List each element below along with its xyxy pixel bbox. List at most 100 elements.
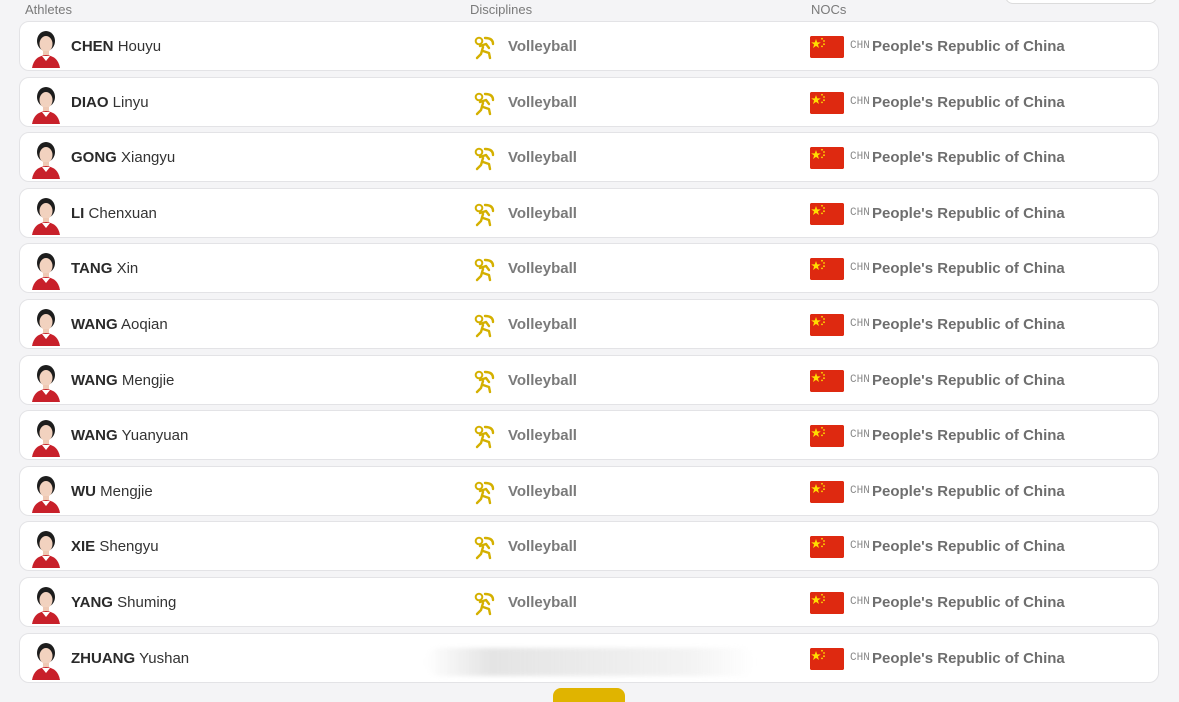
discipline-label[interactable]: Volleyball xyxy=(508,427,577,444)
discipline-label[interactable]: Volleyball xyxy=(508,483,577,500)
athlete-row[interactable]: WU Mengjie Volleyball CHN People's Repub… xyxy=(19,465,1159,516)
volleyball-pictogram-icon xyxy=(471,34,497,60)
athlete-row[interactable]: ZHUANG Yushan CHN People's Republic of C… xyxy=(19,632,1159,683)
athlete-row[interactable]: GONG Xiangyu Volleyball CHN People's Rep… xyxy=(19,132,1159,183)
athlete-first-name: Mengjie xyxy=(100,482,153,500)
athlete-avatar xyxy=(30,417,62,458)
noc-name[interactable]: People's Republic of China xyxy=(872,260,1065,277)
athlete-name[interactable]: DIAO Linyu xyxy=(71,94,149,111)
athlete-portrait-icon xyxy=(32,586,60,624)
athlete-avatar xyxy=(30,250,62,291)
athlete-portrait-icon xyxy=(32,142,60,180)
table-header: Athletes Disciplines NOCs xyxy=(0,0,1179,20)
noc-code: CHN xyxy=(850,484,870,497)
noc-name[interactable]: People's Republic of China xyxy=(872,538,1065,555)
athlete-row[interactable]: XIE Shengyu Volleyball CHN People's Repu… xyxy=(19,521,1159,572)
volleyball-pictogram-icon xyxy=(471,423,497,449)
athlete-name[interactable]: YANG Shuming xyxy=(71,594,176,611)
noc-name[interactable]: People's Republic of China xyxy=(872,650,1065,667)
athlete-name[interactable]: XIE Shengyu xyxy=(71,538,159,555)
athlete-first-name: Chenxuan xyxy=(88,204,157,222)
discipline-label[interactable]: Volleyball xyxy=(508,372,577,389)
noc-name[interactable]: People's Republic of China xyxy=(872,149,1065,166)
discipline-label[interactable]: Volleyball xyxy=(508,594,577,611)
china-flag-icon xyxy=(810,36,844,58)
search-box-edge[interactable] xyxy=(1005,0,1157,4)
nocs-column-header: NOCs xyxy=(811,2,847,17)
athlete-first-name: Yushan xyxy=(139,649,190,667)
volleyball-pictogram-icon xyxy=(471,90,497,116)
athlete-row[interactable]: TANG Xin Volleyball CHN People's Republi… xyxy=(19,243,1159,294)
volleyball-pictogram-icon xyxy=(471,534,497,560)
athlete-portrait-icon xyxy=(32,197,60,235)
athlete-name[interactable]: TANG Xin xyxy=(71,260,138,277)
athlete-avatar xyxy=(30,195,62,235)
china-flag-icon xyxy=(810,536,844,559)
athlete-name[interactable]: LI Chenxuan xyxy=(71,205,157,222)
athlete-last-name: XIE xyxy=(71,538,96,556)
athlete-portrait-icon xyxy=(32,642,60,680)
china-flag-icon xyxy=(810,591,844,614)
athlete-first-name: Shengyu xyxy=(99,538,159,556)
athlete-name[interactable]: WANG Yuanyuan xyxy=(71,427,188,444)
athlete-row[interactable]: DIAO Linyu Volleyball CHN People's Repub… xyxy=(19,76,1159,127)
athlete-avatar xyxy=(30,584,62,624)
noc-name[interactable]: People's Republic of China xyxy=(872,205,1065,222)
noc-name[interactable]: People's Republic of China xyxy=(872,427,1065,444)
athlete-row[interactable]: WANG Aoqian Volleyball CHN People's Repu… xyxy=(19,298,1159,349)
athlete-row[interactable]: WANG Mengjie Volleyball CHN People's Rep… xyxy=(19,354,1159,405)
volleyball-pictogram-icon xyxy=(471,590,497,616)
athlete-first-name: Xin xyxy=(116,260,139,278)
noc-name[interactable]: People's Republic of China xyxy=(872,316,1065,333)
discipline-label[interactable]: Volleyball xyxy=(508,38,577,55)
china-flag-icon xyxy=(810,313,844,336)
noc-name[interactable]: People's Republic of China xyxy=(872,94,1065,111)
athlete-name[interactable]: WANG Aoqian xyxy=(71,316,168,333)
noc-name[interactable]: People's Republic of China xyxy=(872,483,1065,500)
athlete-portrait-icon xyxy=(32,364,60,402)
discipline-label[interactable]: Volleyball xyxy=(508,149,577,166)
athlete-name[interactable]: ZHUANG Yushan xyxy=(71,650,189,667)
china-flag-icon xyxy=(810,91,844,114)
discipline-label[interactable]: Volleyball xyxy=(508,94,577,111)
volleyball-pictogram-icon xyxy=(471,145,497,171)
athlete-row[interactable]: WANG Yuanyuan Volleyball CHN People's Re… xyxy=(19,410,1159,461)
noc-name[interactable]: People's Republic of China xyxy=(872,38,1065,55)
athlete-row[interactable]: LI Chenxuan Volleyball CHN People's Repu… xyxy=(19,187,1159,238)
discipline-label[interactable]: Volleyball xyxy=(508,205,577,222)
noc-name[interactable]: People's Republic of China xyxy=(872,372,1065,389)
noc-code: CHN xyxy=(850,206,870,219)
load-more-button[interactable] xyxy=(553,688,625,702)
athlete-row[interactable]: YANG Shuming Volleyball CHN People's Rep… xyxy=(19,576,1159,627)
noc-name[interactable]: People's Republic of China xyxy=(872,594,1065,611)
athlete-name[interactable]: WU Mengjie xyxy=(71,483,153,500)
discipline-label[interactable]: Volleyball xyxy=(508,538,577,555)
athlete-first-name: Linyu xyxy=(112,93,149,111)
athlete-name[interactable]: CHEN Houyu xyxy=(71,38,161,55)
athlete-avatar xyxy=(30,473,62,513)
athlete-first-name: Shuming xyxy=(117,593,177,611)
china-flag-icon xyxy=(810,369,844,392)
noc-code: CHN xyxy=(850,95,870,108)
athlete-last-name: WANG xyxy=(71,315,118,333)
athlete-first-name: Yuanyuan xyxy=(121,427,189,445)
athlete-name[interactable]: GONG Xiangyu xyxy=(71,149,175,166)
discipline-label[interactable]: Volleyball xyxy=(508,316,577,333)
athlete-name[interactable]: WANG Mengjie xyxy=(71,372,174,389)
disciplines-column-header: Disciplines xyxy=(470,2,533,17)
china-flag-icon xyxy=(810,258,844,281)
athlete-avatar xyxy=(30,84,62,124)
athlete-avatar xyxy=(30,528,62,569)
athletes-column-header: Athletes xyxy=(25,2,72,17)
athlete-portrait-icon xyxy=(32,308,60,346)
discipline-label[interactable]: Volleyball xyxy=(508,260,577,277)
noc-code: CHN xyxy=(850,429,870,442)
athlete-row[interactable]: CHEN Houyu Volleyball CHN People's Repub… xyxy=(19,21,1159,71)
china-flag-icon xyxy=(810,647,844,670)
noc-code: CHN xyxy=(850,40,870,52)
noc-code: CHN xyxy=(850,317,870,330)
athlete-last-name: WANG xyxy=(71,371,118,389)
athlete-first-name: Mengjie xyxy=(121,371,175,389)
volleyball-pictogram-icon xyxy=(471,201,497,227)
athlete-portrait-icon xyxy=(32,253,60,291)
